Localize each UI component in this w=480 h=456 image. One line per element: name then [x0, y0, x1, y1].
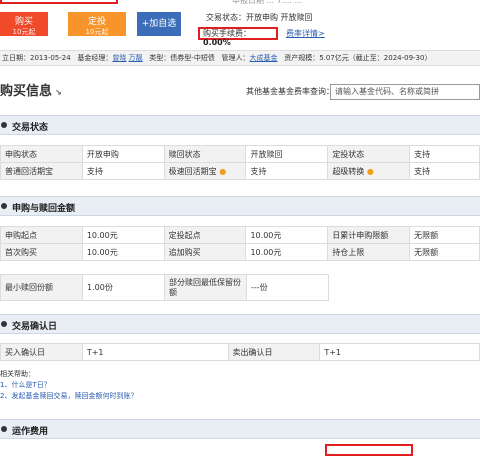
page-title-text: 购买信息	[0, 84, 53, 99]
bullet-icon	[1, 321, 7, 327]
section-title: 运作费用	[12, 427, 49, 437]
partial-text-top: 申报日期 ... 7.... ...	[232, 0, 303, 5]
custodian-link[interactable]: 大成基金	[250, 54, 278, 62]
page-title: 购买信息 ↘	[0, 80, 62, 99]
fee-query-label: 其他基金基金费率查询：	[246, 87, 334, 96]
table-cell: ---份	[246, 274, 329, 301]
table-cell: 申购起点	[0, 226, 83, 244]
buy-button[interactable]: 购买 10元起	[0, 12, 48, 36]
section-title: 交易状态	[12, 123, 49, 133]
section-operating-fees: 运作费用	[0, 419, 480, 439]
table-cell: 首次购买	[0, 243, 83, 261]
add-watchlist-button[interactable]: +加自选	[137, 12, 181, 36]
table-cell: 10.00元	[81, 226, 165, 244]
help-links: 相关帮助： 1、什么是T日？ 2、发起基金赎回交易，赎回金额何时到账？	[0, 369, 137, 402]
bullet-icon	[1, 203, 7, 209]
table-cell: 支持	[81, 162, 165, 180]
highlight-box-bottom	[325, 444, 413, 456]
section-trade-status: 交易状态	[0, 115, 480, 135]
table-cell: 部分赎回最低保留份额	[164, 274, 247, 301]
fund-type: 类型：债券型-中短债	[149, 54, 215, 62]
table-cell: 最小赎回份额	[0, 274, 83, 301]
table-cell: 开放申购	[81, 145, 165, 163]
manager-label: 基金经理：	[77, 54, 113, 62]
table-cell: 申购状态	[0, 145, 83, 163]
plan-button-label: 定投	[87, 17, 106, 27]
table-row: 申购起点 10.00元 定投起点 10.00元 日累计申购限额 无限额	[0, 226, 480, 244]
fee-value: 0.00%	[203, 38, 231, 47]
table-cell: 支持	[245, 162, 329, 180]
table-cell: 无限额	[409, 226, 480, 244]
table-cell: 追加购买	[163, 243, 247, 261]
section-title: 申购与赎回金额	[12, 204, 76, 214]
table-cell: 无限额	[409, 243, 480, 261]
table-cell: 开放赎回	[245, 145, 329, 163]
purchase-fee-box: 购买手续费：0.00%	[198, 27, 278, 47]
fund-header: 申报日期 ... 7.... ... 购买 10元起 定投 10元起 +加自选 …	[0, 0, 480, 47]
table-row: 普通回活期宝 支持 极速回活期宝 ● 支持 超级转换 ● 支持	[0, 162, 480, 180]
established-date: 立日期：2013-05-24	[2, 54, 71, 62]
chevron-down-icon: ↘	[55, 88, 62, 97]
table-cell-text: 极速回活期宝	[168, 166, 217, 176]
table-cell: 10.00元	[81, 243, 165, 261]
highlight-box-top	[0, 0, 118, 4]
table-cell: 赎回状态	[163, 145, 247, 163]
table-row: 首次购买 10.00元 追加购买 10.00元 持仓上限 无限额	[0, 243, 480, 261]
table-cell: 支持	[409, 145, 480, 163]
bullet-icon	[1, 426, 7, 432]
table-cell: 10.00元	[245, 243, 329, 261]
section-title: 交易确认日	[12, 322, 58, 332]
help-icon[interactable]: ●	[367, 167, 374, 176]
fund-info-bar: 立日期：2013-05-24 基金经理：曾晓 万靓 类型：债券型-中短债 管理人…	[0, 50, 480, 66]
table-cell: T+1	[81, 343, 229, 361]
plan-button[interactable]: 定投 10元起	[68, 12, 126, 36]
table-cell-text: 超级转换	[332, 166, 365, 176]
table-cell: 1.00份	[82, 274, 165, 301]
table-cell: 定投状态	[327, 145, 411, 163]
help-link-2[interactable]: 2、发起基金赎回交易，赎回金额何时到账？	[0, 391, 137, 402]
table-cell: 支持	[409, 162, 480, 180]
table-cell: 卖出确认日	[227, 343, 321, 361]
trade-status-table: 申购状态 开放申购 赎回状态 开放赎回 定投状态 支持 普通回活期宝 支持 极速…	[0, 145, 480, 180]
table-cell: 普通回活期宝	[0, 162, 83, 180]
section-confirm-date: 交易确认日	[0, 314, 480, 334]
table-cell: 持仓上限	[327, 243, 411, 261]
manager-link-1[interactable]: 曾晓	[112, 54, 126, 62]
table-cell: 日累计申购限额	[327, 226, 411, 244]
table-cell: 买入确认日	[0, 343, 83, 361]
table-cell: T+1	[319, 343, 480, 361]
table-cell: 超级转换 ●	[327, 162, 411, 180]
table-row: 申购状态 开放申购 赎回状态 开放赎回 定投状态 支持	[0, 145, 480, 163]
help-title: 相关帮助：	[0, 370, 35, 378]
table-cell: 定投起点	[163, 226, 247, 244]
table-cell: 10.00元	[245, 226, 329, 244]
plan-button-sub: 10元起	[85, 28, 109, 36]
redeem-table: 最小赎回份额 1.00份 部分赎回最低保留份额 ---份	[0, 274, 329, 301]
table-row: 最小赎回份额 1.00份 部分赎回最低保留份额 ---份	[0, 274, 329, 301]
help-link-1[interactable]: 1、什么是T日？	[0, 380, 137, 391]
manager-link-2[interactable]: 万靓	[129, 54, 143, 62]
bullet-icon	[1, 122, 7, 128]
table-row: 买入确认日 T+1 卖出确认日 T+1	[0, 343, 480, 361]
fee-detail-link[interactable]: 费率详情>	[286, 28, 325, 39]
confirm-table: 买入确认日 T+1 卖出确认日 T+1	[0, 343, 480, 361]
help-icon[interactable]: ●	[219, 167, 226, 176]
table-cell: 极速回活期宝 ●	[163, 162, 247, 180]
asset-size: 资产规模：5.07亿元（截止至：2024-09-30）	[284, 54, 432, 62]
amount-table: 申购起点 10.00元 定投起点 10.00元 日累计申购限额 无限额 首次购买…	[0, 226, 480, 261]
buy-button-label: 购买	[14, 17, 33, 27]
trade-status-text: 交易状态：开放申购 开放赎回	[206, 13, 313, 22]
buy-button-sub: 10元起	[12, 28, 36, 36]
fee-label: 购买手续费：	[203, 29, 251, 38]
fund-search-input[interactable]: 请输入基金代码、名称或简拼	[330, 84, 480, 100]
section-amount: 申购与赎回金额	[0, 196, 480, 216]
custodian-label: 管理人：	[221, 54, 250, 62]
